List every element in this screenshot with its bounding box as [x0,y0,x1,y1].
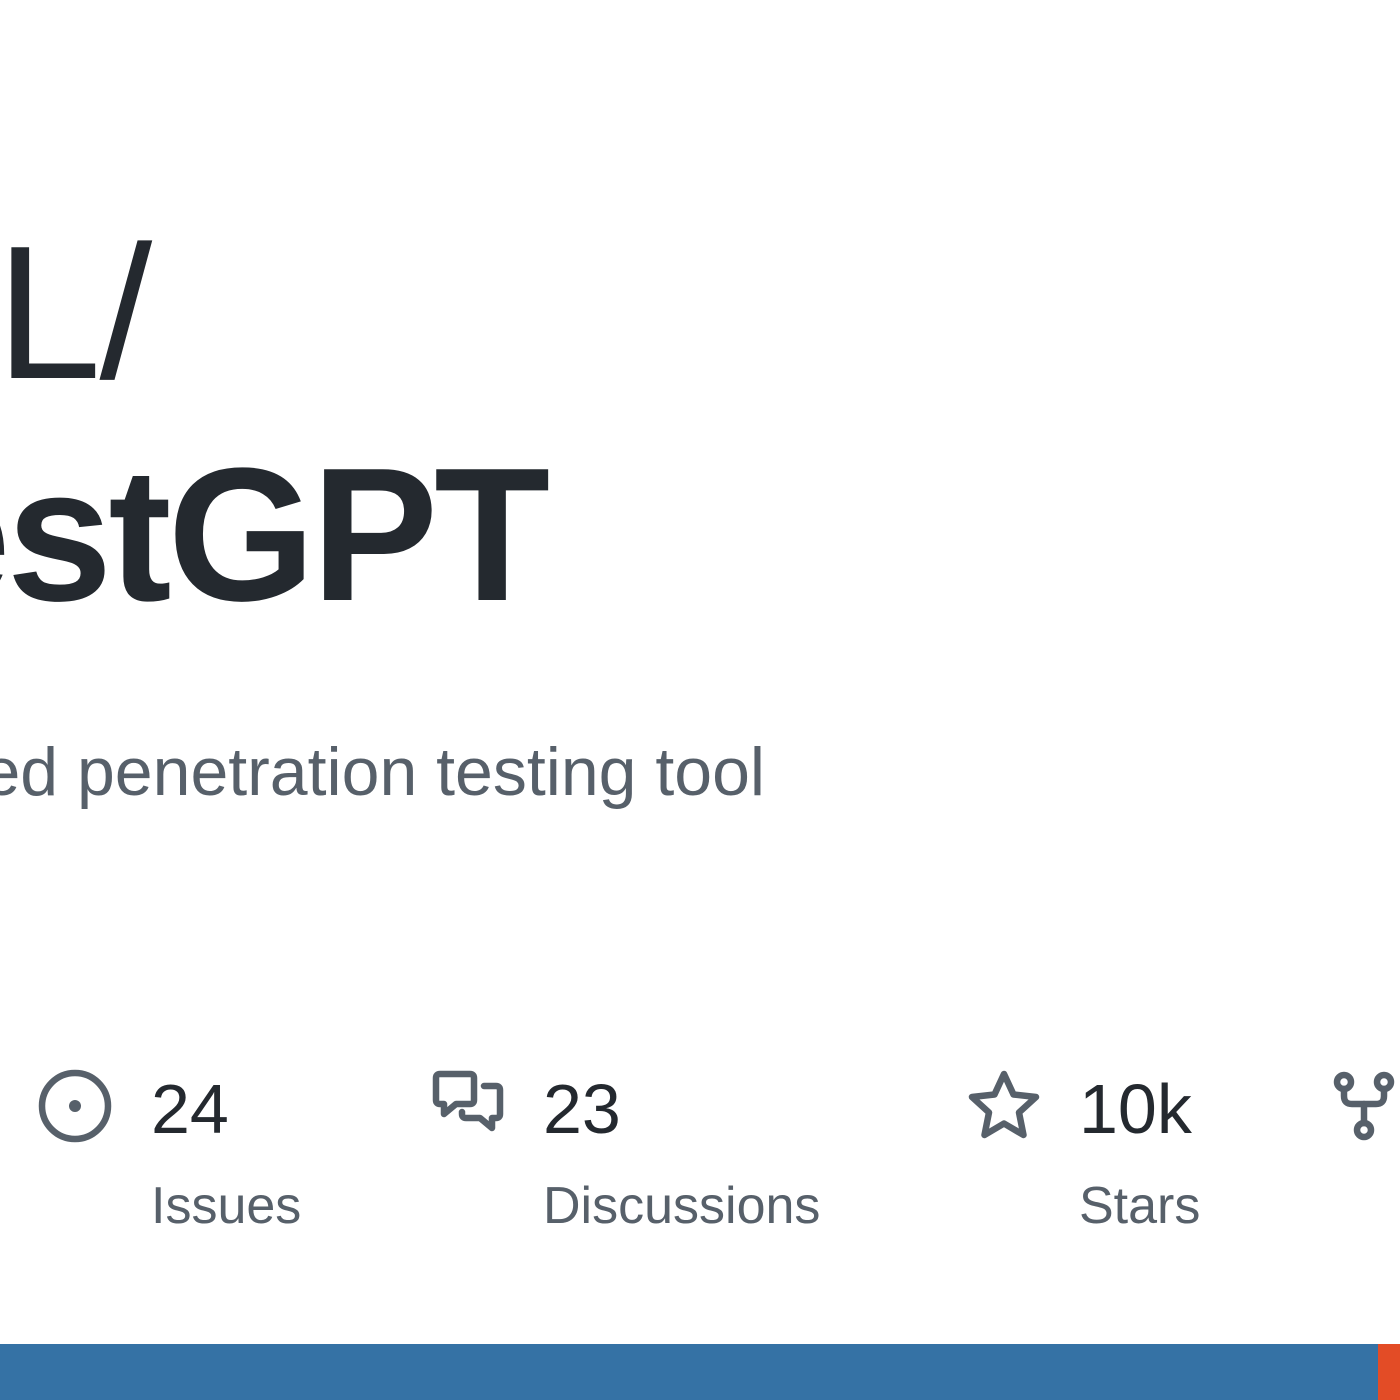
repo-owner: GL/ [0,207,152,419]
language-bar-segment [1377,1344,1400,1400]
discussions-label: Discussions [543,1177,821,1235]
repo-name: estGPT [0,429,550,641]
repo-description: ered penetration testing tool [0,734,766,810]
issue-opened-icon [38,1068,114,1144]
repo-social-card: GL/ estGPT ered penetration testing tool… [0,0,1400,1400]
issues-count: 24 [151,1070,229,1148]
discussions-count: 23 [543,1070,621,1148]
stars-count: 10k [1079,1070,1192,1148]
stars-label: Stars [1079,1177,1201,1235]
repo-forked-icon [1332,1068,1400,1144]
language-bar [0,1344,1400,1400]
comment-discussion-icon [430,1068,506,1144]
language-bar-segment [0,1344,1378,1400]
issues-label: Issues [151,1177,302,1235]
star-icon [966,1068,1042,1144]
